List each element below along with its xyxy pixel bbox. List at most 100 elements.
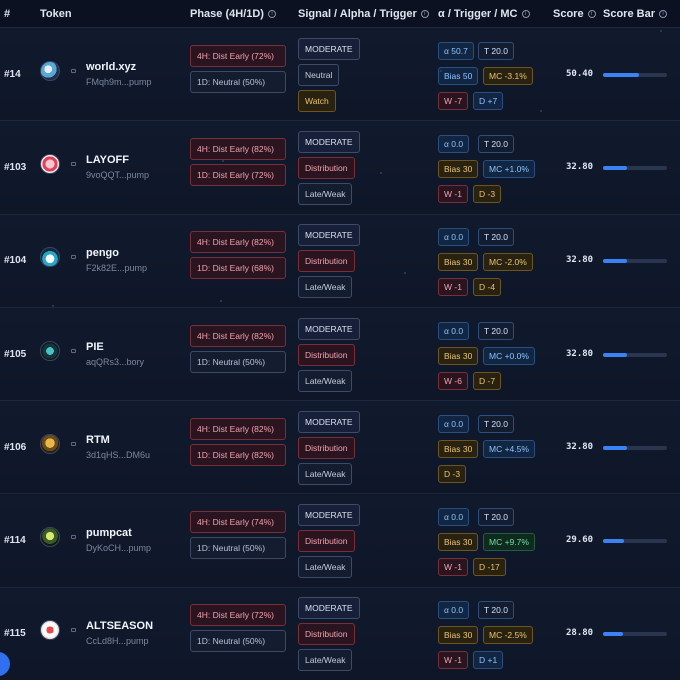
score-bar	[603, 632, 667, 637]
trigger-badge: Late/Weak	[298, 462, 353, 485]
t-chip: T 20.0	[478, 41, 514, 60]
rank: #14	[4, 68, 21, 80]
mc-chip: MC -3.1%	[483, 66, 533, 85]
copy-icon[interactable]	[71, 68, 76, 73]
header-score-bar[interactable]: Score Bar i	[603, 8, 667, 20]
w-chip: W -1	[438, 558, 468, 577]
bias-chip: Bias 50	[438, 66, 479, 85]
d-chip: D -4	[473, 278, 502, 297]
table-row[interactable]: #14 world.xyz FMqh9m...pump 4H: Dist Ear…	[0, 28, 680, 122]
phase-1d-badge: 1D: Neutral (50%)	[190, 537, 286, 560]
score-value: 29.60	[566, 535, 594, 546]
bias-chip: Bias 30	[438, 346, 479, 365]
t-chip: T 20.0	[478, 321, 514, 340]
alpha-badge: Distribution	[298, 530, 355, 553]
token-name[interactable]: pumpcat	[86, 527, 132, 539]
copy-icon[interactable]	[71, 628, 76, 633]
score-bar	[603, 165, 667, 170]
w-chip: W -1	[438, 651, 468, 670]
copy-icon[interactable]	[71, 348, 76, 353]
alpha-badge: Distribution	[298, 623, 355, 646]
score-bar	[603, 539, 667, 544]
token-name[interactable]: PIE	[86, 341, 104, 353]
table-row[interactable]: #115 ALTSEASON CcLd8H...pump 4H: Dist Ea…	[0, 587, 680, 680]
token-name[interactable]: world.xyz	[86, 61, 136, 73]
copy-icon[interactable]	[71, 535, 76, 540]
alpha-chip: α 0.0	[438, 601, 470, 620]
token-address[interactable]: aqQRs3...bory	[86, 357, 144, 367]
d-chip: D -17	[473, 558, 506, 577]
info-icon[interactable]: i	[521, 10, 530, 18]
header-alpha[interactable]: α / Trigger / MC i	[438, 8, 530, 20]
score-value: 32.80	[566, 441, 594, 452]
copy-icon[interactable]	[71, 441, 76, 446]
info-icon[interactable]: i	[658, 10, 667, 18]
table-header: # Token Phase (4H/1D) i Signal / Alpha /…	[0, 0, 680, 28]
score-bar	[603, 72, 667, 77]
table-row[interactable]: #106 RTM 3d1qHS...DM6u 4H: Dist Early (8…	[0, 401, 680, 495]
w-chip: W -7	[438, 91, 468, 110]
score-value: 28.80	[566, 628, 594, 639]
phase-1d-badge: 1D: Dist Early (82%)	[190, 443, 286, 466]
mc-chip: MC +1.0%	[483, 159, 535, 178]
alpha-chip: α 0.0	[438, 508, 470, 527]
header-score-label: Score	[553, 8, 584, 20]
score-bar	[603, 445, 667, 450]
token-address[interactable]: CcLd8H...pump	[86, 636, 149, 646]
info-icon[interactable]: i	[420, 10, 429, 18]
header-score[interactable]: Score i	[553, 8, 596, 20]
mc-chip: MC +9.7%	[483, 533, 535, 552]
background-speck	[222, 160, 224, 162]
phase-4h-badge: 4H: Dist Early (74%)	[190, 511, 286, 534]
info-icon[interactable]: i	[267, 10, 276, 18]
token-address[interactable]: DyKoCH...pump	[86, 543, 151, 553]
alpha-chip: α 0.0	[438, 321, 470, 340]
cat-icon	[40, 527, 60, 548]
bias-chip: Bias 30	[438, 626, 479, 645]
d-chip: D -3	[473, 184, 502, 203]
background-speck	[52, 305, 54, 307]
info-icon[interactable]: i	[587, 10, 596, 18]
score-bar-fill	[603, 165, 627, 170]
d-chip: D -3	[438, 464, 467, 483]
token-address[interactable]: FMqh9m...pump	[86, 77, 152, 87]
layoff-icon	[40, 153, 60, 174]
table-row[interactable]: #105 PIE aqQRs3...bory 4H: Dist Early (8…	[0, 307, 680, 402]
score-bar	[603, 352, 667, 357]
background-speck	[220, 300, 222, 302]
copy-icon[interactable]	[71, 255, 76, 260]
alpha-badge: Distribution	[298, 156, 355, 179]
token-address[interactable]: 3d1qHS...DM6u	[86, 450, 150, 460]
phase-4h-badge: 4H: Dist Early (82%)	[190, 137, 286, 160]
header-score-bar-label: Score Bar	[603, 8, 655, 20]
token-name[interactable]: RTM	[86, 434, 110, 446]
penguin-icon	[40, 247, 60, 268]
w-chip: W -1	[438, 278, 468, 297]
phase-4h-badge: 4H: Dist Early (82%)	[190, 417, 286, 440]
score-bar-fill	[603, 632, 623, 637]
header-phase-label: Phase (4H/1D)	[190, 8, 264, 20]
table-row[interactable]: #103 LAYOFF 9voQQT...pump 4H: Dist Early…	[0, 121, 680, 215]
header-phase[interactable]: Phase (4H/1D) i	[190, 8, 276, 20]
token-name[interactable]: LAYOFF	[86, 154, 129, 166]
trigger-badge: Late/Weak	[298, 649, 353, 672]
score-bar-fill	[603, 259, 627, 264]
token-name[interactable]: ALTSEASON	[86, 620, 153, 632]
rank: #104	[4, 255, 27, 267]
score-bar-fill	[603, 539, 624, 544]
token-address[interactable]: F2k82E...pump	[86, 263, 147, 273]
signal-badge: MODERATE	[298, 504, 360, 527]
table-row[interactable]: #104 pengo F2k82E...pump 4H: Dist Early …	[0, 214, 680, 308]
header-signal[interactable]: Signal / Alpha / Trigger i	[298, 8, 429, 20]
header-token[interactable]: Token	[40, 8, 72, 20]
background-speck	[540, 110, 542, 112]
table-row[interactable]: #114 pumpcat DyKoCH...pump 4H: Dist Earl…	[0, 494, 680, 588]
token-name[interactable]: pengo	[86, 247, 119, 259]
token-address[interactable]: 9voQQT...pump	[86, 170, 149, 180]
bias-chip: Bias 30	[438, 439, 479, 458]
score-bar	[603, 259, 667, 264]
header-rank[interactable]: #	[4, 8, 10, 20]
copy-icon[interactable]	[71, 161, 76, 166]
phase-1d-badge: 1D: Dist Early (72%)	[190, 163, 286, 186]
alpha-badge: Neutral	[298, 63, 340, 86]
